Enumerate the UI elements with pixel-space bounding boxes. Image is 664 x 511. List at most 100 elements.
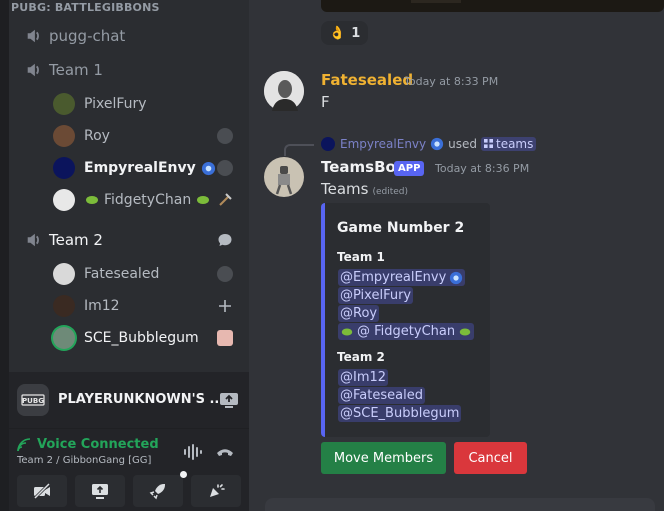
voice-channel-icon bbox=[27, 233, 39, 247]
voice-status-panel: Voice Connected Team 2 / GibbonGang [GG] bbox=[9, 428, 249, 511]
user-mention[interactable]: @PixelFury bbox=[338, 287, 414, 304]
message-text: Teams (edited) bbox=[321, 180, 408, 198]
message-text: F bbox=[321, 93, 330, 111]
nitro-badge-icon bbox=[201, 161, 215, 175]
user-mention[interactable]: @EmpyrealEnvy bbox=[338, 269, 466, 286]
voice-user[interactable]: SCE_Bubblegum bbox=[53, 325, 241, 351]
command-name: teams bbox=[495, 136, 534, 151]
user-name: Roy bbox=[84, 128, 110, 144]
user-mention[interactable]: @ FidgetyChan bbox=[338, 323, 475, 340]
app-badge: APP bbox=[394, 161, 425, 176]
message-author[interactable]: Fatesealed bbox=[321, 71, 413, 89]
used-label: used bbox=[448, 136, 477, 151]
signal-icon bbox=[17, 438, 31, 452]
reply-connector bbox=[284, 144, 314, 156]
message-avatar[interactable] bbox=[264, 71, 304, 111]
chat-bubble-icon[interactable] bbox=[217, 232, 233, 248]
move-members-button[interactable]: Move Members bbox=[321, 442, 446, 474]
user-mention[interactable]: @Roy bbox=[338, 305, 380, 322]
soundboard-icon bbox=[210, 484, 225, 497]
apps-grid-icon bbox=[483, 139, 493, 148]
user-name: FidgetyChan bbox=[104, 192, 192, 208]
user-name: EmpyrealEnvy bbox=[84, 160, 196, 176]
activity-icon bbox=[217, 160, 233, 176]
user-mention[interactable]: @Im12 bbox=[338, 369, 389, 386]
screen-share-icon bbox=[92, 484, 108, 499]
activity-panel: PUBG PLAYERUNKNOWN'S ... bbox=[9, 372, 249, 428]
rocket-icon bbox=[149, 484, 165, 500]
voice-channel-icon bbox=[27, 63, 39, 77]
image-attachment[interactable] bbox=[321, 0, 664, 12]
camera-off-button[interactable] bbox=[17, 475, 67, 507]
command-reference[interactable]: EmpyrealEnvy used teams bbox=[321, 135, 537, 152]
bot-name[interactable]: TeamsBot bbox=[321, 158, 403, 176]
voice-user[interactable]: Roy bbox=[53, 123, 241, 149]
message-body: Teams bbox=[321, 180, 369, 198]
teams-embed: Game Number 2 Team 1 @EmpyrealEnvy @Pixe… bbox=[321, 203, 490, 437]
ok-hand-emoji: 👌 bbox=[329, 25, 346, 41]
reaction-chip[interactable]: 👌 1 bbox=[321, 21, 369, 45]
message-composer[interactable] bbox=[265, 498, 655, 511]
avatar bbox=[53, 263, 75, 285]
share-screen-button[interactable] bbox=[75, 475, 125, 507]
avatar bbox=[53, 295, 75, 317]
pickaxe-icon bbox=[219, 193, 232, 206]
avatar bbox=[53, 327, 75, 349]
discord-window: PUBG: BATTLEGIBBONS pugg-chat Team 1 Pix… bbox=[0, 0, 664, 511]
plus-icon bbox=[219, 300, 231, 312]
activity-icon bbox=[217, 128, 233, 144]
activity-icon bbox=[217, 266, 233, 282]
notification-dot bbox=[180, 471, 187, 478]
activity-launch-button[interactable] bbox=[133, 471, 187, 507]
camera-off-icon bbox=[32, 481, 52, 501]
svg-text:PUBG: PUBG bbox=[22, 397, 44, 405]
channel-team-1[interactable]: Team 1 bbox=[25, 57, 241, 83]
reply-user-name[interactable]: EmpyrealEnvy bbox=[340, 137, 426, 151]
screen-share-icon[interactable] bbox=[217, 388, 241, 412]
voice-user[interactable]: Im12 bbox=[53, 293, 241, 319]
avatar bbox=[53, 125, 75, 147]
activity-icon bbox=[217, 330, 233, 346]
voice-user[interactable]: Fatesealed bbox=[53, 261, 241, 287]
disconnect-icon[interactable] bbox=[214, 441, 236, 463]
lizard-icon bbox=[459, 328, 471, 335]
soundboard-button[interactable] bbox=[191, 475, 241, 507]
channel-label: pugg-chat bbox=[49, 27, 126, 45]
channel-pugg-chat[interactable]: pugg-chat bbox=[25, 23, 241, 49]
activity-title: PLAYERUNKNOWN'S ... bbox=[58, 392, 225, 407]
mention-text: @ FidgetyChan bbox=[357, 324, 456, 339]
lizard-icon bbox=[341, 328, 353, 335]
team-1-heading: Team 1 bbox=[337, 250, 385, 264]
noise-suppression-icon[interactable] bbox=[181, 441, 203, 463]
embed-title: Game Number 2 bbox=[337, 220, 465, 236]
edited-tag: (edited) bbox=[372, 187, 409, 197]
nitro-badge-icon bbox=[450, 271, 463, 284]
voice-connected-label[interactable]: Voice Connected bbox=[37, 437, 159, 452]
mention-text: @EmpyrealEnvy bbox=[340, 270, 447, 285]
cancel-button[interactable]: Cancel bbox=[454, 442, 527, 474]
reaction-count: 1 bbox=[351, 25, 361, 41]
message-timestamp: Today at 8:33 PM bbox=[404, 75, 499, 88]
nitro-badge-icon bbox=[431, 137, 444, 150]
game-logo: PUBG bbox=[17, 384, 49, 416]
avatar bbox=[53, 157, 75, 179]
user-mention[interactable]: @SCE_Bubblegum bbox=[338, 405, 462, 422]
team-2-heading: Team 2 bbox=[337, 350, 385, 364]
reply-avatar bbox=[321, 136, 335, 151]
user-name: Im12 bbox=[84, 298, 120, 314]
user-name: PixelFury bbox=[84, 96, 147, 112]
slash-command-chip[interactable]: teams bbox=[480, 136, 537, 151]
channel-label: Team 2 bbox=[49, 231, 103, 249]
voice-user[interactable]: FidgetyChan bbox=[53, 187, 241, 213]
user-name: Fatesealed bbox=[84, 266, 160, 282]
voice-user[interactable]: EmpyrealEnvy bbox=[53, 155, 241, 181]
voice-user[interactable]: PixelFury bbox=[53, 91, 241, 117]
bot-avatar[interactable] bbox=[264, 157, 304, 197]
category-header[interactable]: PUBG: BATTLEGIBBONS bbox=[11, 1, 160, 14]
voice-channel-path[interactable]: Team 2 / GibbonGang [GG] bbox=[17, 455, 151, 466]
avatar bbox=[53, 189, 75, 211]
lizard-icon bbox=[197, 196, 210, 204]
user-mention[interactable]: @Fatesealed bbox=[338, 387, 425, 404]
channel-team-2[interactable]: Team 2 bbox=[25, 227, 241, 253]
voice-channel-icon bbox=[27, 29, 39, 43]
